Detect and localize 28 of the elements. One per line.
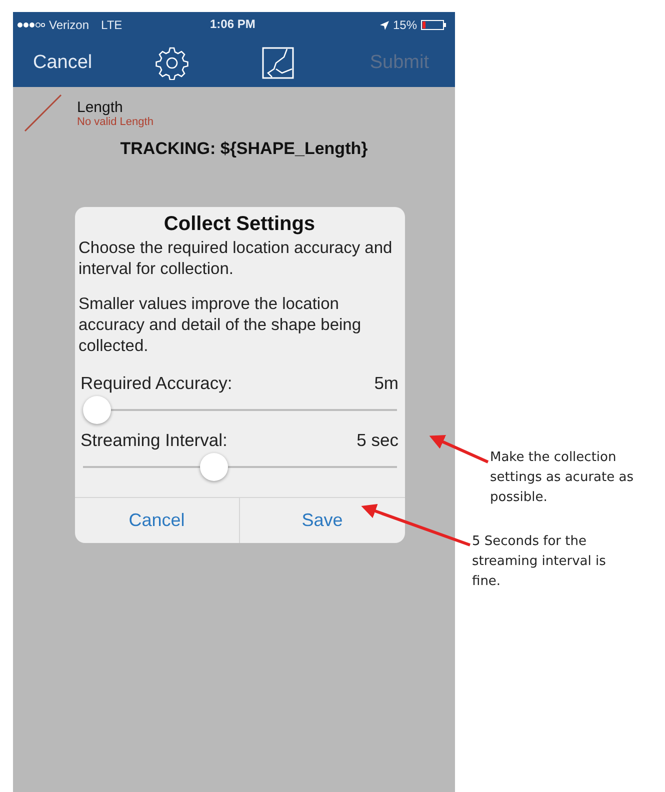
slider-label: Streaming Interval: (80, 430, 228, 451)
slider-thumb[interactable] (200, 453, 228, 481)
tracking-label: TRACKING: ${SHAPE_Length} (120, 139, 368, 159)
save-button[interactable]: Save (239, 498, 404, 543)
slider-reading: 5m (374, 373, 398, 394)
battery-icon (421, 20, 447, 30)
map-icon[interactable] (262, 46, 294, 78)
dialog-message: Smaller values improve the location accuracy and detail of the shape being collected. (78, 294, 362, 357)
slider-label: Required Accuracy: (80, 373, 232, 394)
carrier-label: Verizon (49, 18, 90, 32)
cancel-button[interactable]: Cancel (25, 48, 100, 78)
location-arrow-icon (380, 20, 389, 30)
error-message: No valid Length (77, 116, 154, 128)
arrow (429, 435, 489, 464)
cancel-button[interactable]: Cancel (74, 498, 239, 543)
settings-icon[interactable] (155, 46, 190, 80)
slider-reading: 5 sec (356, 430, 398, 451)
network-label: LTE (101, 18, 122, 32)
dialog-title: Collect Settings (162, 212, 316, 236)
line-icon (23, 93, 63, 133)
dialog-message: Choose the required location accuracy and interval for collection. (78, 238, 394, 280)
slider-thumb[interactable] (82, 396, 110, 424)
annotation-note: Make the collection settings as acurate as possible. (490, 449, 634, 507)
battery-percent: 15% (392, 18, 417, 32)
clock-time: 1:06 PM (210, 17, 256, 31)
field-label: Length (77, 99, 124, 116)
annotation-note: 5 Seconds for the streaming interval is fine. (472, 533, 607, 591)
signal-icon (17, 22, 45, 28)
